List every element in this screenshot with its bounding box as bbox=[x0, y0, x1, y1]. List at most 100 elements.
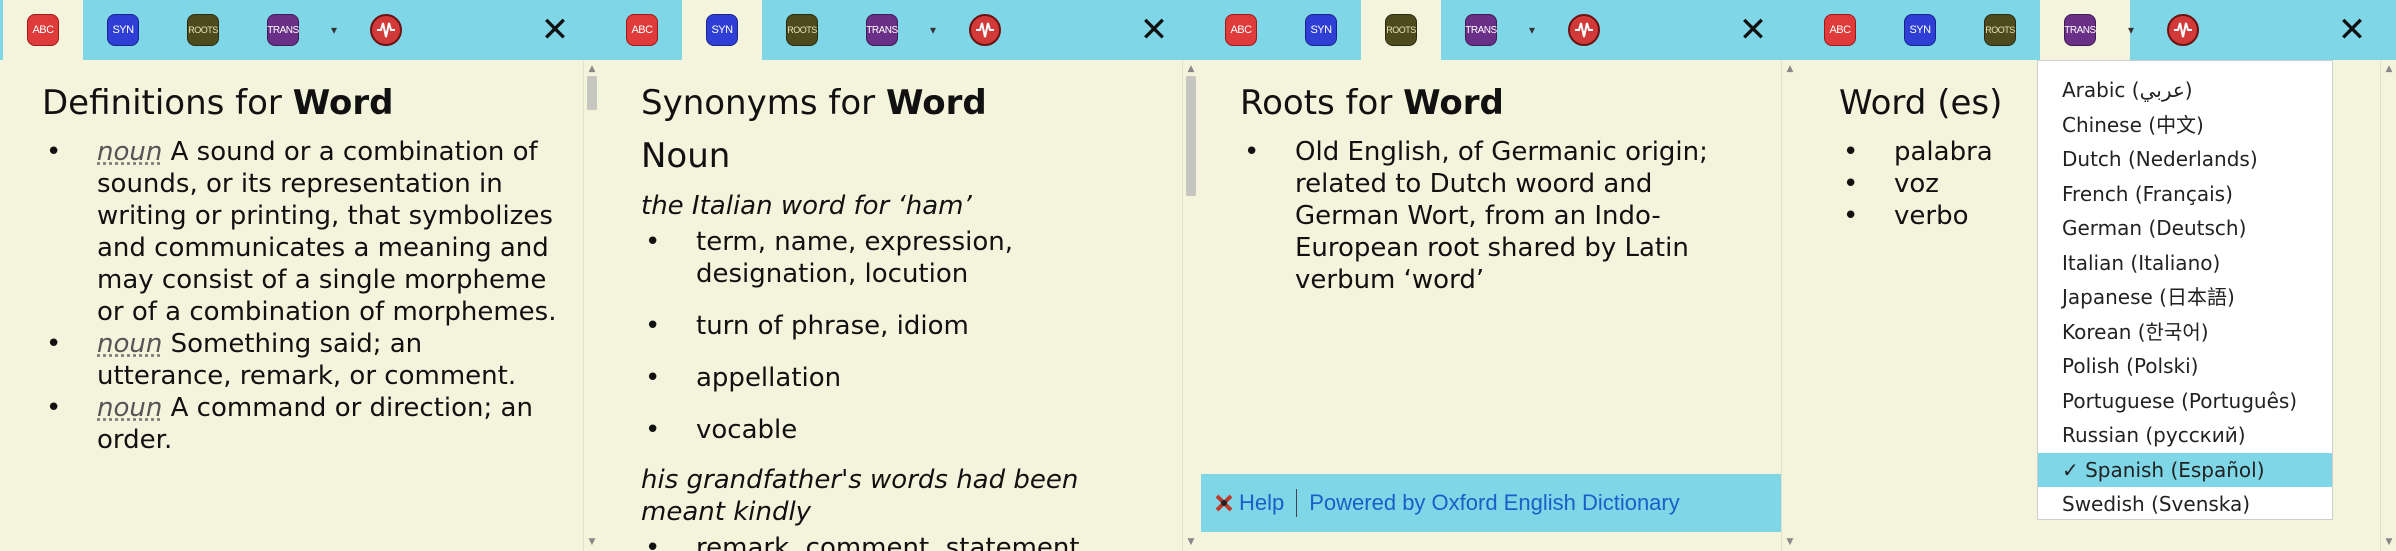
part-of-speech-heading: Noun bbox=[641, 136, 731, 176]
roots-icon: ROOTS bbox=[1984, 14, 2016, 46]
scroll-thumb[interactable] bbox=[587, 76, 597, 110]
help-link[interactable]: Help bbox=[1239, 490, 1284, 516]
menu-item-german[interactable]: German (Deutsch) bbox=[2038, 211, 2332, 246]
language-dropdown-chevron-down-icon[interactable]: ▾ bbox=[324, 20, 344, 40]
scroll-up-icon[interactable]: ▲ bbox=[1782, 62, 1797, 76]
title-prefix: Definitions for bbox=[42, 83, 293, 123]
menu-item-french[interactable]: French (Français) bbox=[2038, 177, 2332, 212]
synonyms-content: Synonyms for Word Noun the Italian word … bbox=[599, 60, 1182, 551]
trans-icon: TRANS bbox=[866, 14, 898, 46]
example-sentence: the Italian word for ‘ham’ bbox=[641, 191, 972, 221]
language-dropdown-chevron-down-icon[interactable]: ▾ bbox=[2121, 20, 2141, 40]
tab-roots[interactable]: ROOTS bbox=[1361, 0, 1441, 60]
menu-item-portuguese[interactable]: Portuguese (Português) bbox=[2038, 384, 2332, 419]
translations-panel: ABC SYN ROOTS TRANS ▾ ✕ Word (es) palabr… bbox=[1797, 0, 2396, 551]
menu-item-polish[interactable]: Polish (Polski) bbox=[2038, 349, 2332, 384]
menu-item-japanese[interactable]: Japanese (日本語) bbox=[2038, 280, 2332, 315]
close-icon[interactable]: ✕ bbox=[2334, 12, 2370, 48]
syn-icon: SYN bbox=[107, 14, 139, 46]
scroll-up-icon[interactable]: ▲ bbox=[1183, 62, 1198, 76]
list-item: remark, comment, statement bbox=[639, 532, 1162, 551]
tab-synonyms[interactable]: SYN bbox=[83, 0, 163, 60]
roots-icon: ROOTS bbox=[1385, 14, 1417, 46]
menu-item-chinese[interactable]: Chinese (中文) bbox=[2038, 108, 2332, 143]
scroll-up-icon[interactable]: ▲ bbox=[584, 62, 599, 76]
scroll-up-icon[interactable]: ▲ bbox=[2381, 62, 2396, 76]
definition-text: A sound or a combination of sounds, or i… bbox=[97, 137, 557, 327]
scrollbar[interactable]: ▲ ▼ bbox=[2380, 60, 2396, 551]
abc-icon: ABC bbox=[27, 14, 59, 46]
oxford-logo-icon[interactable] bbox=[1568, 14, 1600, 46]
toolbar: ABC SYN ROOTS TRANS ▾ ✕ bbox=[1797, 0, 2396, 60]
menu-item-korean[interactable]: Korean (한국어) bbox=[2038, 315, 2332, 350]
scrollbar[interactable]: ▲ ▼ bbox=[1182, 60, 1198, 551]
tab-definitions[interactable]: ABC bbox=[3, 0, 83, 60]
menu-item-italian[interactable]: Italian (Italiano) bbox=[2038, 246, 2332, 281]
oxford-logo-icon[interactable] bbox=[2167, 14, 2199, 46]
roots-icon: ROOTS bbox=[786, 14, 818, 46]
page-title: Roots for Word bbox=[1240, 74, 1761, 132]
tab-synonyms[interactable]: SYN bbox=[1880, 0, 1960, 60]
list-item: noun A command or direction; an order. bbox=[40, 392, 563, 456]
oxford-logo-icon[interactable] bbox=[969, 14, 1001, 46]
title-word: Word bbox=[292, 83, 394, 123]
roots-list: Old English, of Germanic origin; related… bbox=[1238, 136, 1761, 296]
scroll-down-icon[interactable]: ▼ bbox=[1183, 535, 1198, 549]
tab-translations[interactable]: TRANS bbox=[842, 0, 922, 60]
synonyms-panel: ABC SYN ROOTS TRANS ▾ ✕ Synonyms for Wor… bbox=[599, 0, 1198, 551]
list-item: Old English, of Germanic origin; related… bbox=[1238, 136, 1761, 296]
tab-translations[interactable]: TRANS bbox=[2040, 0, 2130, 60]
synonym-list: remark, comment, statement bbox=[639, 532, 1162, 551]
trans-icon: TRANS bbox=[1465, 14, 1497, 46]
tab-synonyms[interactable]: SYN bbox=[682, 0, 762, 60]
tab-translations[interactable]: TRANS bbox=[243, 0, 323, 60]
scrollbar[interactable]: ▲ ▼ bbox=[583, 60, 599, 551]
syn-icon: SYN bbox=[706, 14, 738, 46]
tab-roots[interactable]: ROOTS bbox=[1960, 0, 2040, 60]
help-icon[interactable] bbox=[1213, 492, 1235, 514]
toolbar: ABC SYN ROOTS TRANS ▾ ✕ bbox=[1198, 0, 1797, 60]
list-item: term, name, expression, designation, loc… bbox=[639, 226, 1162, 290]
title-word: Word bbox=[885, 83, 987, 123]
menu-item-spanish[interactable]: ✓ Spanish (Español) bbox=[2038, 452, 2332, 487]
scroll-down-icon[interactable]: ▼ bbox=[584, 535, 599, 549]
part-of-speech: noun bbox=[97, 329, 163, 359]
tab-definitions[interactable]: ABC bbox=[1800, 0, 1880, 60]
scroll-down-icon[interactable]: ▼ bbox=[2381, 535, 2396, 549]
close-icon[interactable]: ✕ bbox=[1735, 12, 1771, 48]
tab-definitions[interactable]: ABC bbox=[1201, 0, 1281, 60]
tab-roots[interactable]: ROOTS bbox=[163, 0, 243, 60]
definition-text: A command or direction; an order. bbox=[97, 393, 533, 455]
scroll-thumb[interactable] bbox=[1186, 76, 1196, 196]
title-prefix: Roots for bbox=[1240, 83, 1404, 123]
footer-bar: Help Powered by Oxford English Dictionar… bbox=[1201, 474, 1781, 532]
list-item: appellation bbox=[639, 362, 1162, 394]
page-title: Synonyms for Word bbox=[641, 74, 1162, 132]
abc-icon: ABC bbox=[626, 14, 658, 46]
tab-definitions[interactable]: ABC bbox=[602, 0, 682, 60]
scroll-down-icon[interactable]: ▼ bbox=[1782, 535, 1797, 549]
powered-by-link[interactable]: Powered by Oxford English Dictionary bbox=[1309, 490, 1680, 516]
title-prefix: Synonyms for bbox=[641, 83, 886, 123]
language-dropdown-chevron-down-icon[interactable]: ▾ bbox=[1522, 20, 1542, 40]
page-title: Definitions for Word bbox=[42, 74, 563, 132]
definitions-list: noun A sound or a combination of sounds,… bbox=[40, 136, 563, 456]
title-word: Word bbox=[1403, 83, 1504, 123]
close-icon[interactable]: ✕ bbox=[1136, 12, 1172, 48]
menu-item-swedish[interactable]: Swedish (Svenska) bbox=[2038, 487, 2332, 519]
tab-roots[interactable]: ROOTS bbox=[762, 0, 842, 60]
menu-item-russian[interactable]: Russian (русский) bbox=[2038, 418, 2332, 453]
menu-item-dutch[interactable]: Dutch (Nederlands) bbox=[2038, 142, 2332, 177]
menu-item-arabic[interactable]: Arabic (عربي) bbox=[2038, 73, 2332, 108]
language-dropdown-chevron-down-icon[interactable]: ▾ bbox=[923, 20, 943, 40]
footer-divider bbox=[1296, 489, 1298, 517]
abc-icon: ABC bbox=[1824, 14, 1856, 46]
language-dropdown-menu[interactable]: Arabic (عربي) Chinese (中文) Dutch (Nederl… bbox=[2037, 60, 2333, 520]
toolbar: ABC SYN ROOTS TRANS ▾ ✕ bbox=[599, 0, 1198, 60]
tab-translations[interactable]: TRANS bbox=[1441, 0, 1521, 60]
tab-synonyms[interactable]: SYN bbox=[1281, 0, 1361, 60]
oxford-logo-icon[interactable] bbox=[370, 14, 402, 46]
scrollbar[interactable]: ▲ ▼ bbox=[1781, 60, 1797, 551]
trans-icon: TRANS bbox=[267, 14, 299, 46]
close-icon[interactable]: ✕ bbox=[537, 12, 573, 48]
